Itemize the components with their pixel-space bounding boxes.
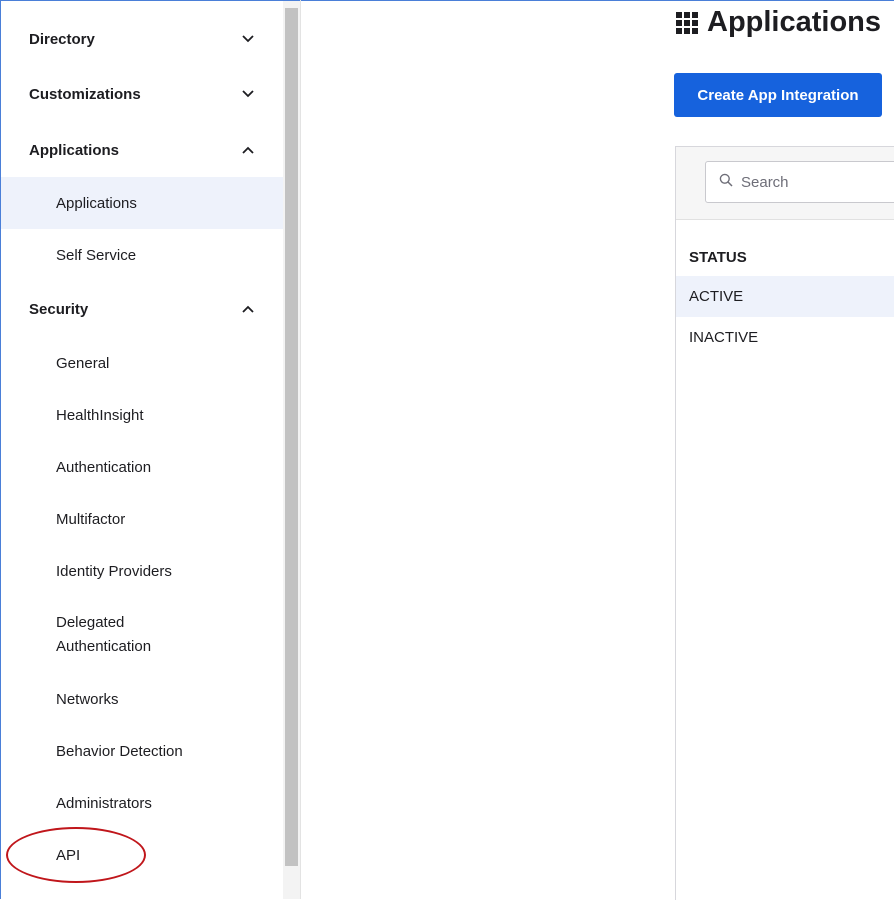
- chevron-down-icon: [241, 87, 255, 101]
- sidebar-section-label: Customizations: [29, 85, 141, 103]
- sidebar-section-label: Directory: [29, 30, 95, 48]
- sidebar-section-directory[interactable]: Directory: [1, 13, 283, 65]
- status-filter-label: ACTIVE: [689, 288, 744, 305]
- panel-toolbar: [676, 147, 894, 220]
- sidebar-item-delegated-authentication[interactable]: Delegated Authentication: [1, 598, 283, 672]
- sidebar-section-label: Security: [29, 300, 89, 318]
- content-divider: [300, 0, 301, 899]
- sidebar-item-label: Authentication: [56, 458, 152, 476]
- sidebar-item-label: Identity Providers: [56, 562, 172, 580]
- sidebar-item-administrators[interactable]: Administrators: [1, 777, 283, 829]
- sidebar-item-label: Applications: [56, 194, 137, 212]
- sidebar-section-label: Applications: [29, 141, 120, 159]
- sidebar: Directory Customizations Applications Ap…: [1, 1, 283, 899]
- sidebar-item-applications[interactable]: Applications: [1, 177, 283, 229]
- search-icon: [719, 173, 733, 192]
- sidebar-item-multifactor[interactable]: Multifactor: [1, 493, 283, 545]
- chevron-up-icon: [241, 143, 255, 157]
- sidebar-item-label: HealthInsight: [56, 406, 144, 424]
- create-app-integration-button[interactable]: Create App Integration: [674, 73, 882, 117]
- sidebar-item-healthinsight[interactable]: HealthInsight: [1, 389, 283, 441]
- sidebar-section-applications[interactable]: Applications: [1, 124, 283, 176]
- sidebar-item-networks[interactable]: Networks: [1, 673, 283, 725]
- sidebar-item-label: General: [56, 354, 110, 372]
- sidebar-item-authentication[interactable]: Authentication: [1, 441, 283, 493]
- sidebar-item-label: Multifactor: [56, 510, 126, 528]
- search-input[interactable]: [739, 172, 893, 192]
- status-filter-header: STATUS: [689, 249, 747, 266]
- sidebar-item-api[interactable]: API: [1, 829, 283, 881]
- sidebar-item-label: Administrators: [56, 794, 152, 812]
- sidebar-item-behavior-detection[interactable]: Behavior Detection: [1, 725, 283, 777]
- sidebar-item-label: Delegated Authentication: [56, 614, 152, 655]
- chevron-up-icon: [241, 302, 255, 316]
- page-title: Applications: [707, 6, 882, 38]
- sidebar-item-label: Self Service: [56, 246, 137, 264]
- sidebar-item-label: Behavior Detection: [56, 742, 183, 760]
- sidebar-scrollbar-thumb[interactable]: [285, 8, 298, 866]
- sidebar-section-security[interactable]: Security: [1, 283, 283, 335]
- sidebar-section-customizations[interactable]: Customizations: [1, 68, 283, 120]
- sidebar-item-self-service[interactable]: Self Service: [1, 229, 283, 281]
- sidebar-item-identity-providers[interactable]: Identity Providers: [1, 545, 283, 597]
- chevron-down-icon: [241, 32, 255, 46]
- sidebar-item-general[interactable]: General: [1, 337, 283, 389]
- status-filter-inactive[interactable]: INACTIVE: [676, 317, 894, 358]
- page-header: Applications: [676, 6, 881, 39]
- search-field[interactable]: [705, 161, 894, 203]
- sidebar-item-label: Networks: [56, 690, 119, 708]
- grid-icon: [676, 11, 698, 34]
- status-filter-label: INACTIVE: [689, 329, 759, 346]
- applications-panel: STATUS ACTIVE INACTIVE: [675, 146, 894, 900]
- sidebar-item-label: API: [56, 846, 81, 864]
- status-filter-active[interactable]: ACTIVE: [676, 276, 894, 317]
